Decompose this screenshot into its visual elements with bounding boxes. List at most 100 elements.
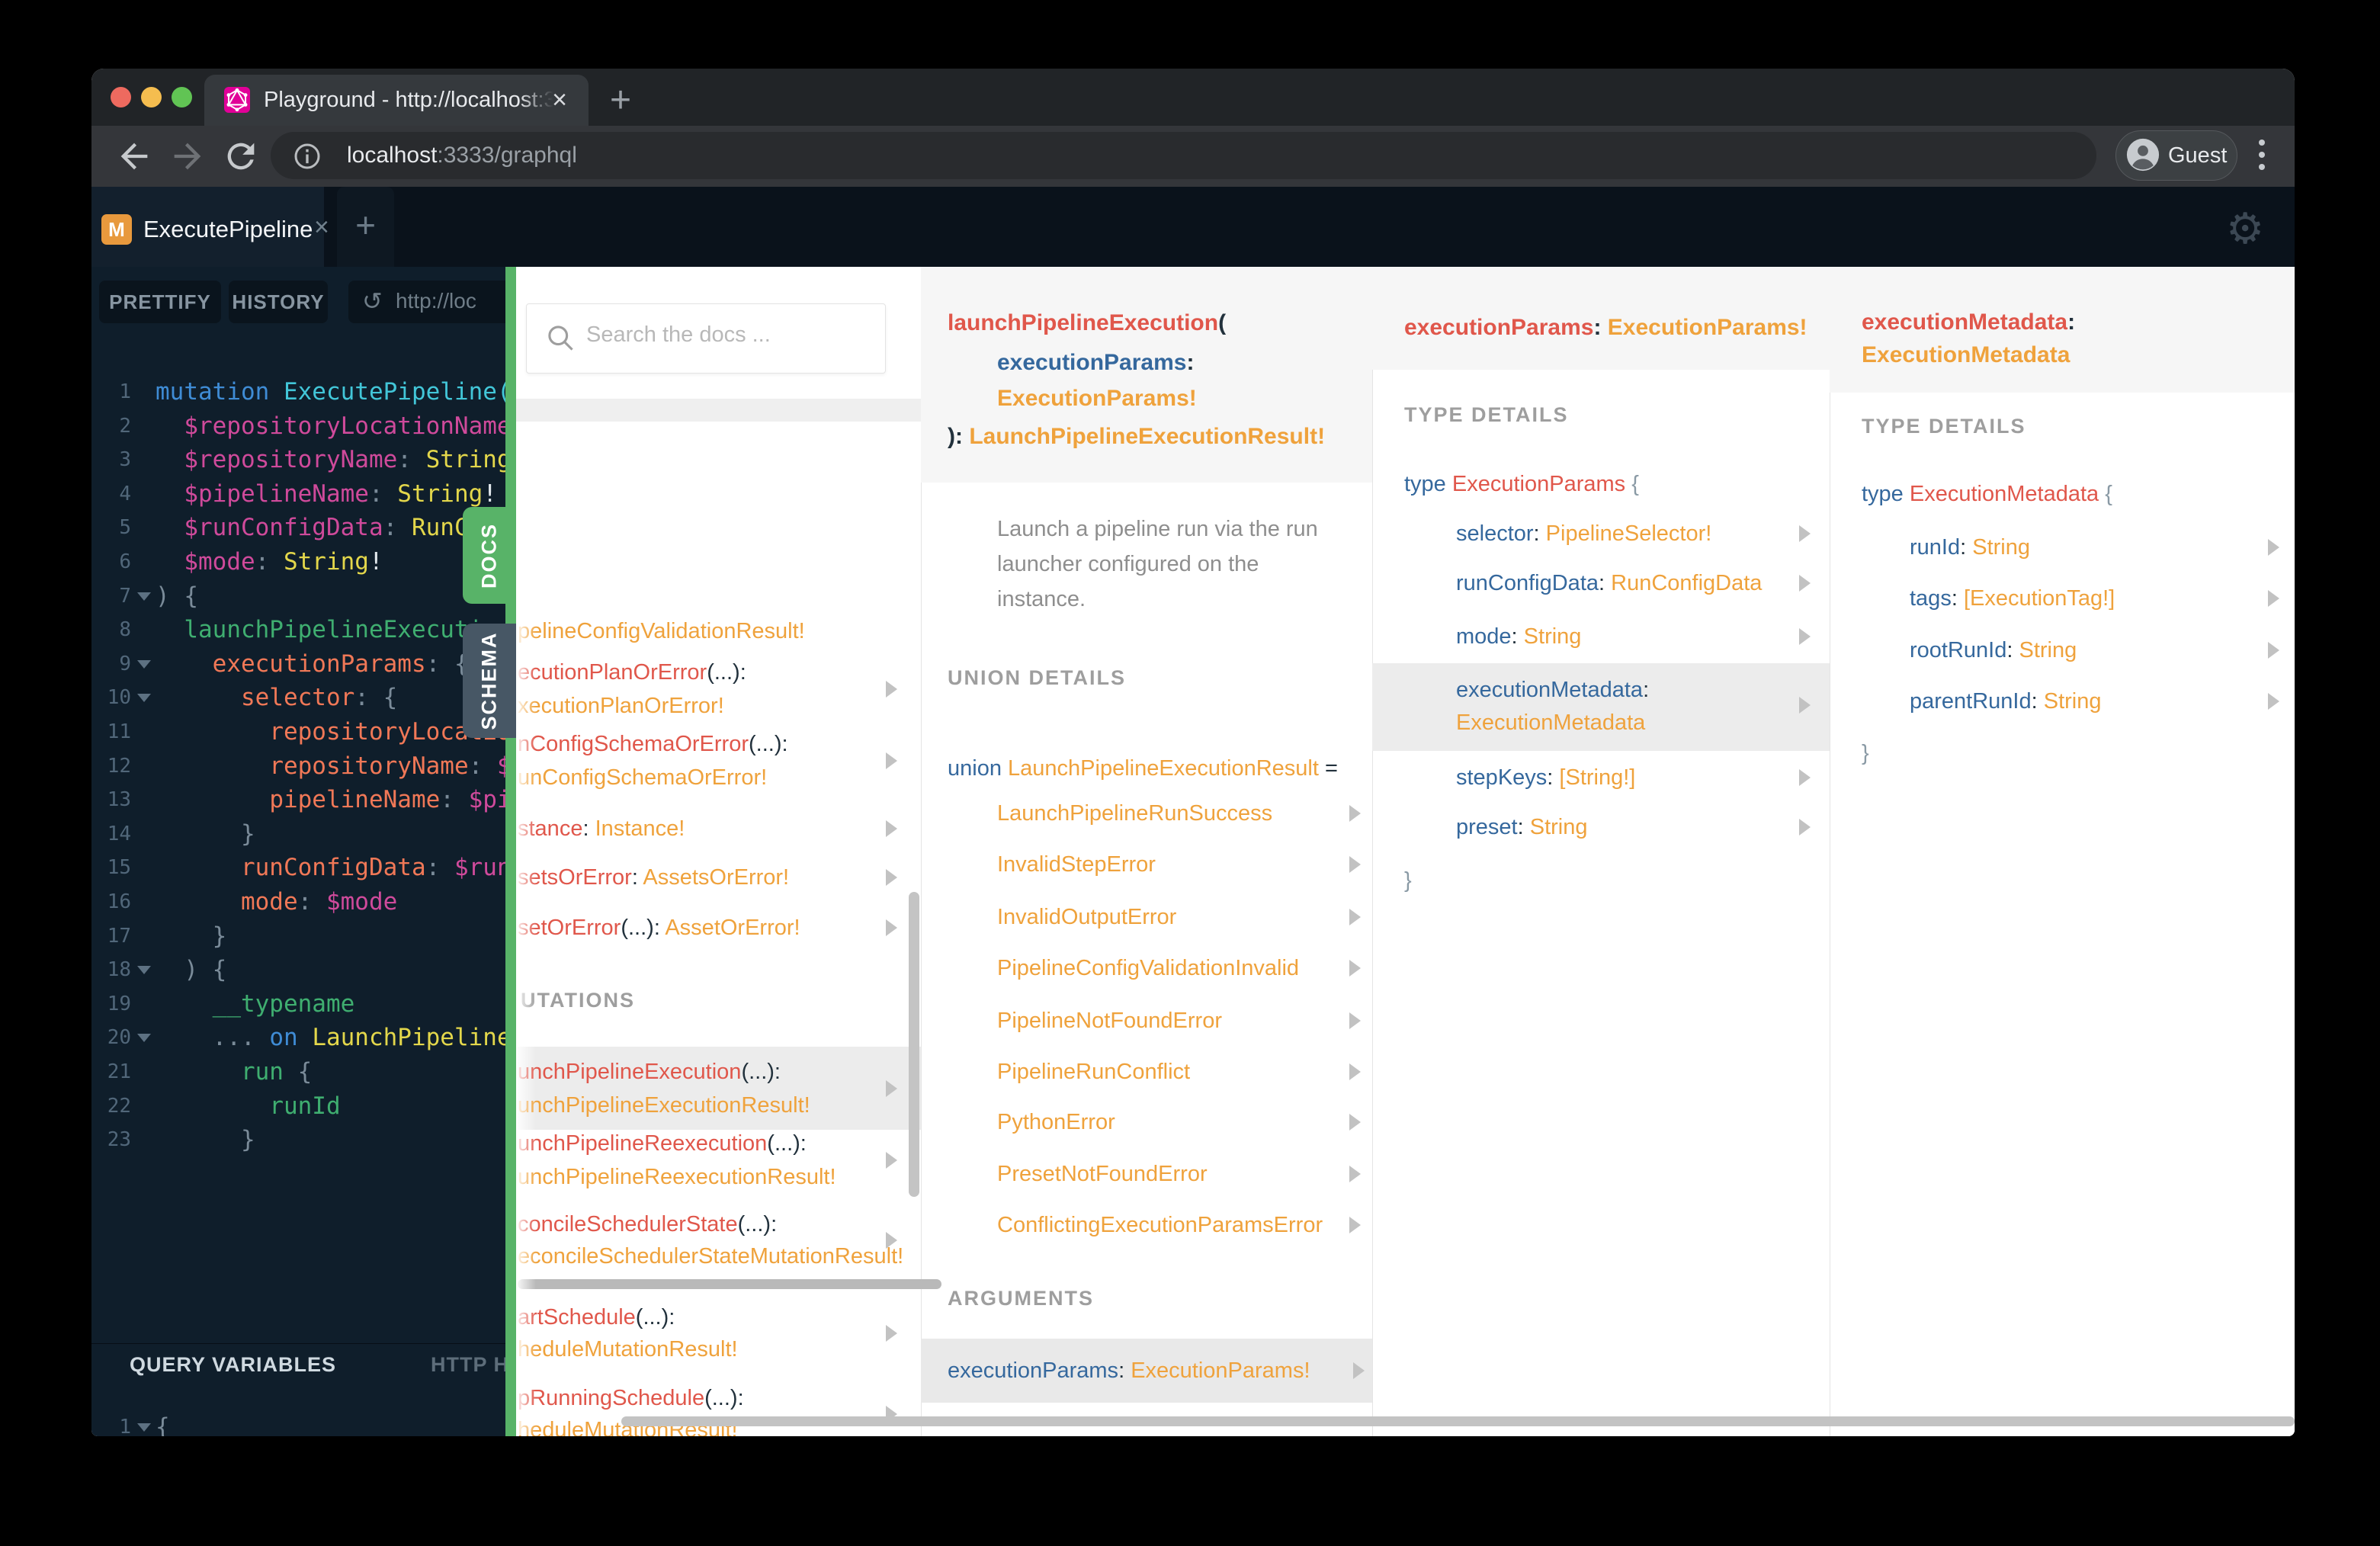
chevron-right-icon[interactable] xyxy=(1349,1166,1361,1182)
chevron-right-icon[interactable] xyxy=(1799,628,1811,645)
doc-entry[interactable]: runConfigData: RunConfigData xyxy=(1456,567,1762,599)
playground-tab[interactable]: M ExecutePipeline × xyxy=(91,187,329,267)
doc-entry[interactable]: PipelineRunConflict xyxy=(997,1056,1190,1088)
doc-entry[interactable]: unchPipelineReexecution(...): xyxy=(518,1127,807,1160)
chevron-right-icon[interactable] xyxy=(1799,525,1811,542)
doc-entry[interactable]: unchPipelineReexecutionResult! xyxy=(518,1161,836,1193)
doc-entry[interactable]: executionParams: ExecutionParams! xyxy=(1404,312,1807,344)
doc-entry[interactable]: } xyxy=(1862,737,1869,769)
chevron-right-icon[interactable] xyxy=(1349,960,1361,977)
close-window-button[interactable] xyxy=(111,87,131,107)
chevron-right-icon[interactable] xyxy=(1349,909,1361,925)
chevron-right-icon[interactable] xyxy=(1799,697,1811,714)
site-info-icon[interactable] xyxy=(292,141,322,172)
address-bar[interactable]: localhost:3333/graphql xyxy=(271,132,2096,179)
new-tab-button[interactable]: + xyxy=(610,79,631,121)
doc-entry[interactable]: unConfigSchemaOrError! xyxy=(518,762,767,794)
chevron-right-icon[interactable] xyxy=(1799,819,1811,836)
doc-entry[interactable]: launchPipelineExecution( xyxy=(948,307,1226,339)
chevron-right-icon[interactable] xyxy=(886,752,897,769)
chevron-right-icon[interactable] xyxy=(886,1232,897,1249)
playground-new-tab-button[interactable]: + xyxy=(337,187,394,267)
doc-entry[interactable]: executionMetadata: xyxy=(1456,674,1649,706)
doc-entry[interactable]: InvalidStepError xyxy=(997,848,1156,880)
chevron-right-icon[interactable] xyxy=(2268,642,2279,659)
query-variables-editor[interactable]: 1{2 "repositoryName": "exper3 "repositor… xyxy=(91,267,505,1436)
doc-entry[interactable]: econcileSchedulerStateMutationResult! xyxy=(518,1240,903,1272)
docs-horizontal-scrollbar[interactable] xyxy=(518,1279,941,1289)
back-icon[interactable] xyxy=(114,136,154,176)
docs-vertical-scrollbar[interactable] xyxy=(909,892,919,1197)
doc-entry[interactable]: PipelineConfigValidationInvalid xyxy=(997,952,1299,984)
doc-entry[interactable]: ExecutionParams! xyxy=(997,383,1197,415)
doc-entry[interactable]: ): LaunchPipelineExecutionResult! xyxy=(948,421,1325,453)
doc-entry[interactable]: selector: PipelineSelector! xyxy=(1456,518,1711,550)
chevron-right-icon[interactable] xyxy=(886,1325,897,1342)
doc-entry[interactable]: setOrError(...): AssetOrError! xyxy=(518,912,800,944)
docs-panel-edge[interactable] xyxy=(505,267,516,1436)
chevron-right-icon[interactable] xyxy=(2268,539,2279,556)
chevron-right-icon[interactable] xyxy=(886,869,897,886)
browser-tab[interactable]: Playground - http://localhost:3 × xyxy=(204,75,589,126)
doc-entry[interactable]: executionParams: ExecutionParams! xyxy=(948,1355,1310,1387)
doc-entry[interactable]: setsOrError: AssetsOrError! xyxy=(518,861,789,893)
reload-icon[interactable] xyxy=(221,136,261,176)
browser-menu-icon[interactable] xyxy=(2259,140,2265,146)
chevron-right-icon[interactable] xyxy=(1349,1217,1361,1233)
doc-entry[interactable]: mode: String xyxy=(1456,621,1581,653)
doc-entry[interactable]: InvalidOutputError xyxy=(997,901,1176,933)
docs-search-input[interactable]: Search the docs ... xyxy=(526,303,886,374)
overlay-horizontal-scrollbar[interactable] xyxy=(621,1416,2295,1426)
doc-entry[interactable]: PythonError xyxy=(997,1106,1115,1138)
chevron-right-icon[interactable] xyxy=(2268,590,2279,607)
doc-entry[interactable]: PresetNotFoundError xyxy=(997,1158,1208,1190)
doc-entry[interactable]: pRunningSchedule(...): xyxy=(518,1382,744,1414)
minimize-window-button[interactable] xyxy=(141,87,162,107)
chevron-right-icon[interactable] xyxy=(1349,1063,1361,1080)
chevron-right-icon[interactable] xyxy=(1349,1114,1361,1131)
doc-entry[interactable]: parentRunId: String xyxy=(1910,685,2102,717)
doc-entry[interactable]: ConflictingExecutionParamsError xyxy=(997,1209,1323,1241)
doc-entry[interactable]: executionParams: xyxy=(997,347,1194,379)
doc-entry[interactable]: Launch a pipeline run via the run xyxy=(997,513,1318,545)
doc-entry[interactable]: launcher configured on the xyxy=(997,548,1259,580)
chevron-right-icon[interactable] xyxy=(886,681,897,698)
fold-caret-icon[interactable] xyxy=(137,1423,151,1432)
chevron-right-icon[interactable] xyxy=(1353,1362,1365,1379)
doc-entry[interactable]: pelineConfigValidationResult! xyxy=(518,615,805,647)
docs-side-tab[interactable]: DOCS xyxy=(463,507,516,604)
doc-entry[interactable]: ExecutionMetadata xyxy=(1456,707,1645,739)
doc-entry[interactable]: heduleMutationResult! xyxy=(518,1333,738,1365)
chevron-right-icon[interactable] xyxy=(886,919,897,936)
maximize-window-button[interactable] xyxy=(172,87,192,107)
settings-gear-icon[interactable]: ⚙ xyxy=(2226,204,2264,254)
doc-entry[interactable]: concileSchedulerState(...): xyxy=(518,1208,777,1240)
doc-entry[interactable]: union LaunchPipelineExecutionResult = xyxy=(948,752,1338,784)
forward-icon[interactable] xyxy=(168,136,207,176)
doc-entry[interactable]: stance: Instance! xyxy=(518,813,685,845)
doc-entry[interactable]: type ExecutionParams { xyxy=(1404,468,1639,500)
chevron-right-icon[interactable] xyxy=(886,820,897,837)
doc-entry[interactable]: xecutionPlanOrError! xyxy=(518,690,724,722)
tab-close-icon[interactable]: × xyxy=(552,85,567,115)
chevron-right-icon[interactable] xyxy=(1799,575,1811,592)
doc-entry[interactable]: PipelineNotFoundError xyxy=(997,1005,1222,1037)
doc-entry[interactable]: ExecutionMetadata xyxy=(1862,339,2070,371)
doc-entry[interactable]: rootRunId: String xyxy=(1910,634,2077,666)
profile-button[interactable]: Guest xyxy=(2115,130,2237,181)
chevron-right-icon[interactable] xyxy=(1349,856,1361,873)
playground-tab-close-icon[interactable]: × xyxy=(314,213,329,242)
doc-entry[interactable]: unchPipelineExecution(...): xyxy=(518,1056,781,1088)
doc-entry[interactable]: tags: [ExecutionTag!] xyxy=(1910,582,2115,614)
chevron-right-icon[interactable] xyxy=(1799,769,1811,786)
query-editor-pane[interactable]: PRETTIFY HISTORY ↺ http://loc 1 mutation … xyxy=(91,267,505,1436)
doc-entry[interactable]: type ExecutionMetadata { xyxy=(1862,478,2112,510)
doc-entry[interactable]: instance. xyxy=(997,583,1086,615)
doc-entry[interactable]: runId: String xyxy=(1910,531,2030,563)
doc-entry[interactable]: unchPipelineExecutionResult! xyxy=(518,1089,810,1121)
doc-entry[interactable]: ecutionPlanOrError(...): xyxy=(518,656,746,688)
doc-entry[interactable]: nConfigSchemaOrError(...): xyxy=(518,728,788,760)
chevron-right-icon[interactable] xyxy=(1349,1012,1361,1029)
doc-entry[interactable]: stepKeys: [String!] xyxy=(1456,762,1635,794)
chevron-right-icon[interactable] xyxy=(886,1152,897,1169)
